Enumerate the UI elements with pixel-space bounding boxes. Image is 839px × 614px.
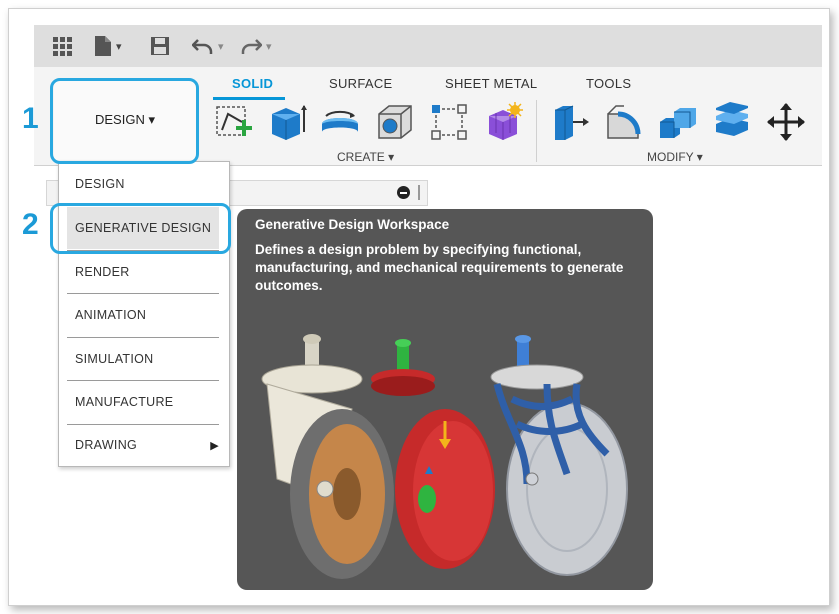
tooltip-description: Defines a design problem by specifying f… [255, 242, 624, 293]
undo-caret[interactable]: ▾ [218, 25, 224, 67]
ribbon-divider [536, 100, 537, 162]
menu-item-render[interactable]: RENDER [67, 251, 219, 293]
grid-icon[interactable] [52, 25, 72, 67]
menu-item-design[interactable]: DESIGN [67, 163, 219, 205]
tab-surface[interactable]: SURFACE [329, 76, 393, 91]
modify-group-label[interactable]: MODIFY ▾ [647, 150, 703, 164]
fillet-icon[interactable] [604, 102, 644, 142]
menu-item-drawing[interactable]: DRAWING ▶ [67, 424, 219, 466]
create-group-label[interactable]: CREATE ▾ [337, 150, 394, 164]
step-1-label: 1 [22, 102, 39, 135]
press-pull-icon[interactable] [551, 102, 591, 142]
step-2-label: 2 [22, 208, 39, 241]
save-icon[interactable] [150, 25, 170, 67]
generative-form-icon[interactable] [483, 102, 523, 142]
tab-sheet-metal[interactable]: SHEET METAL [445, 76, 537, 91]
step-2-highlight [50, 203, 231, 254]
menu-item-manufacture[interactable]: MANUFACTURE [67, 381, 219, 423]
menu-item-drawing-label: DRAWING [75, 438, 138, 452]
file-icon[interactable] [94, 25, 112, 67]
caster-wheel-result-icon [490, 335, 628, 576]
pattern-icon[interactable] [429, 102, 469, 142]
step-1-highlight [50, 78, 199, 164]
move-copy-icon[interactable] [766, 102, 806, 142]
combine-icon[interactable] [658, 102, 698, 142]
file-menu-caret[interactable]: ▾ [116, 25, 122, 67]
generative-setup-model-icon [371, 339, 495, 569]
revolve-icon[interactable] [320, 102, 360, 142]
extrude-icon[interactable] [268, 102, 308, 142]
caster-wheel-left-icon [261, 334, 394, 579]
redo-icon[interactable] [240, 25, 262, 67]
tab-tools[interactable]: TOOLS [586, 76, 631, 91]
collapse-icon[interactable] [397, 186, 410, 199]
menu-item-simulation[interactable]: SIMULATION [67, 338, 219, 380]
submenu-arrow-icon: ▶ [210, 439, 219, 452]
quick-access-toolbar: ▾ ▾ ▾ [34, 25, 822, 68]
tooltip-title: Generative Design Workspace [255, 217, 450, 232]
create-sketch-icon[interactable] [214, 102, 254, 142]
undo-icon[interactable] [192, 25, 214, 67]
redo-caret[interactable]: ▾ [266, 25, 272, 67]
shell-icon[interactable] [712, 102, 752, 142]
hole-icon[interactable] [375, 102, 415, 142]
menu-item-animation[interactable]: ANIMATION [67, 294, 219, 336]
tab-solid[interactable]: SOLID [232, 76, 273, 91]
active-tab-indicator [213, 97, 285, 100]
generative-design-illustration [261, 334, 628, 579]
resize-grip-icon[interactable] [418, 185, 420, 200]
workspace-tooltip: Generative Design Workspace Defines a de… [237, 209, 653, 590]
